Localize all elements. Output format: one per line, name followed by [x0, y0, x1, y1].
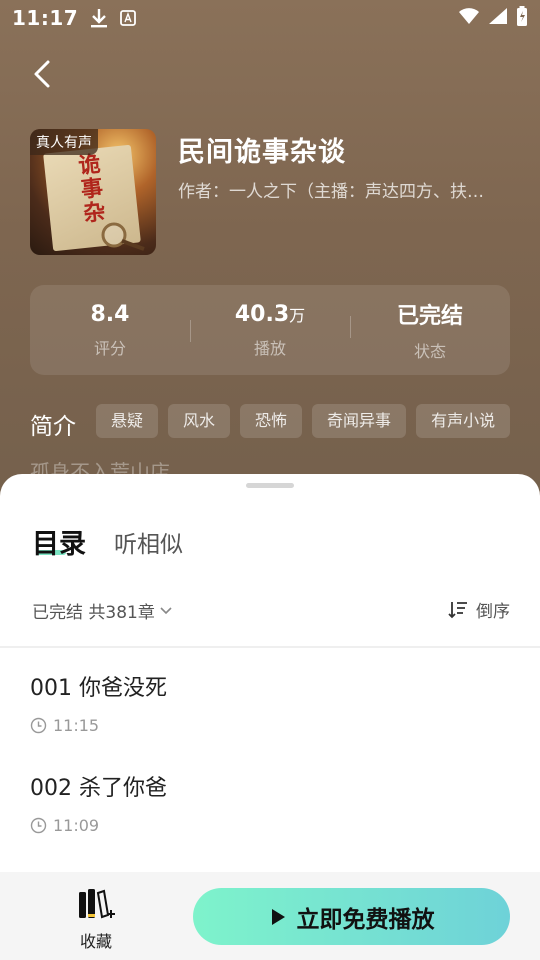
stat-plays: 40.3万 播放	[190, 302, 350, 359]
signal-icon	[488, 7, 508, 29]
chevron-down-icon	[160, 606, 172, 614]
cover-art-title: 诡事杂	[77, 151, 107, 227]
play-icon	[271, 908, 285, 925]
stat-rating-label: 评分	[93, 338, 126, 358]
status-bar: 11:17	[0, 0, 540, 36]
tag-item[interactable]: 恐怖	[240, 404, 303, 438]
tag-item[interactable]: 有声小说	[416, 404, 510, 438]
tag-list: 悬疑 风水 恐怖 奇闻异事 有声小说	[96, 404, 510, 440]
stat-rating: 8.4 评分	[30, 302, 190, 359]
stats-panel: 8.4 评分 40.3万 播放 已完结 状态	[30, 285, 510, 375]
stat-status: 已完结 状态	[350, 298, 510, 362]
chevron-left-icon	[34, 60, 50, 88]
wifi-icon	[458, 7, 480, 29]
status-time: 11:17	[12, 6, 79, 30]
chapter-filter[interactable]: 已完结 共381章	[32, 598, 173, 623]
stat-rating-value: 8.4	[90, 301, 130, 327]
magnifier-icon	[101, 222, 145, 251]
stat-status-value: 已完结	[396, 304, 463, 329]
clock-icon	[30, 817, 47, 834]
sort-label: 倒序	[476, 602, 510, 622]
bookshelf-add-icon	[79, 889, 115, 919]
stat-status-label: 状态	[413, 342, 446, 361]
chapter-title: 001 你爸没死	[30, 676, 167, 701]
tag-item[interactable]: 风水	[168, 404, 231, 438]
stat-plays-unit: 万	[289, 305, 306, 325]
chapter-duration: 11:15	[53, 716, 100, 735]
chapter-item[interactable]: 002 杀了你爸 11:09	[30, 770, 167, 835]
chapter-item[interactable]: 001 你爸没死 11:15	[30, 670, 167, 735]
free-play-label: 立即免费播放	[296, 906, 435, 933]
free-play-button[interactable]: 立即免费播放	[193, 888, 510, 945]
stat-plays-label: 播放	[253, 338, 286, 358]
bottom-bar: 收藏 立即免费播放	[0, 872, 540, 960]
download-icon	[90, 8, 108, 28]
battery-charging-icon	[516, 6, 528, 30]
book-header: 11:17 诡事杂 真人有声 民间诡事杂谈 作者：一人之下（主播：声达四方、扶……	[0, 0, 540, 520]
tab-similar[interactable]: 听相似	[114, 525, 183, 559]
book-author[interactable]: 作者：一人之下（主播：声达四方、扶…	[178, 177, 504, 202]
clock-icon	[30, 717, 47, 734]
sort-button[interactable]: 倒序	[448, 597, 510, 622]
tab-catalog[interactable]: 目录	[32, 522, 86, 561]
divider	[0, 646, 540, 648]
tag-item[interactable]: 奇闻异事	[312, 404, 407, 438]
chapter-filter-label: 已完结 共381章	[32, 603, 155, 623]
intro-label: 简介	[30, 414, 76, 440]
book-cover: 诡事杂 真人有声	[30, 129, 156, 255]
cover-badge: 真人有声	[30, 129, 98, 155]
tag-item[interactable]: 悬疑	[96, 404, 159, 438]
back-button[interactable]	[26, 56, 62, 92]
favorite-button[interactable]: 收藏	[66, 888, 126, 952]
drag-handle[interactable]	[246, 483, 294, 488]
sort-icon	[448, 601, 467, 618]
favorite-label: 收藏	[79, 932, 112, 951]
stat-plays-value: 40.3	[234, 301, 290, 327]
chapter-duration: 11:09	[53, 816, 100, 835]
book-title: 民间诡事杂谈	[178, 137, 346, 168]
font-app-icon	[120, 10, 137, 26]
chapter-title: 002 杀了你爸	[30, 776, 167, 801]
